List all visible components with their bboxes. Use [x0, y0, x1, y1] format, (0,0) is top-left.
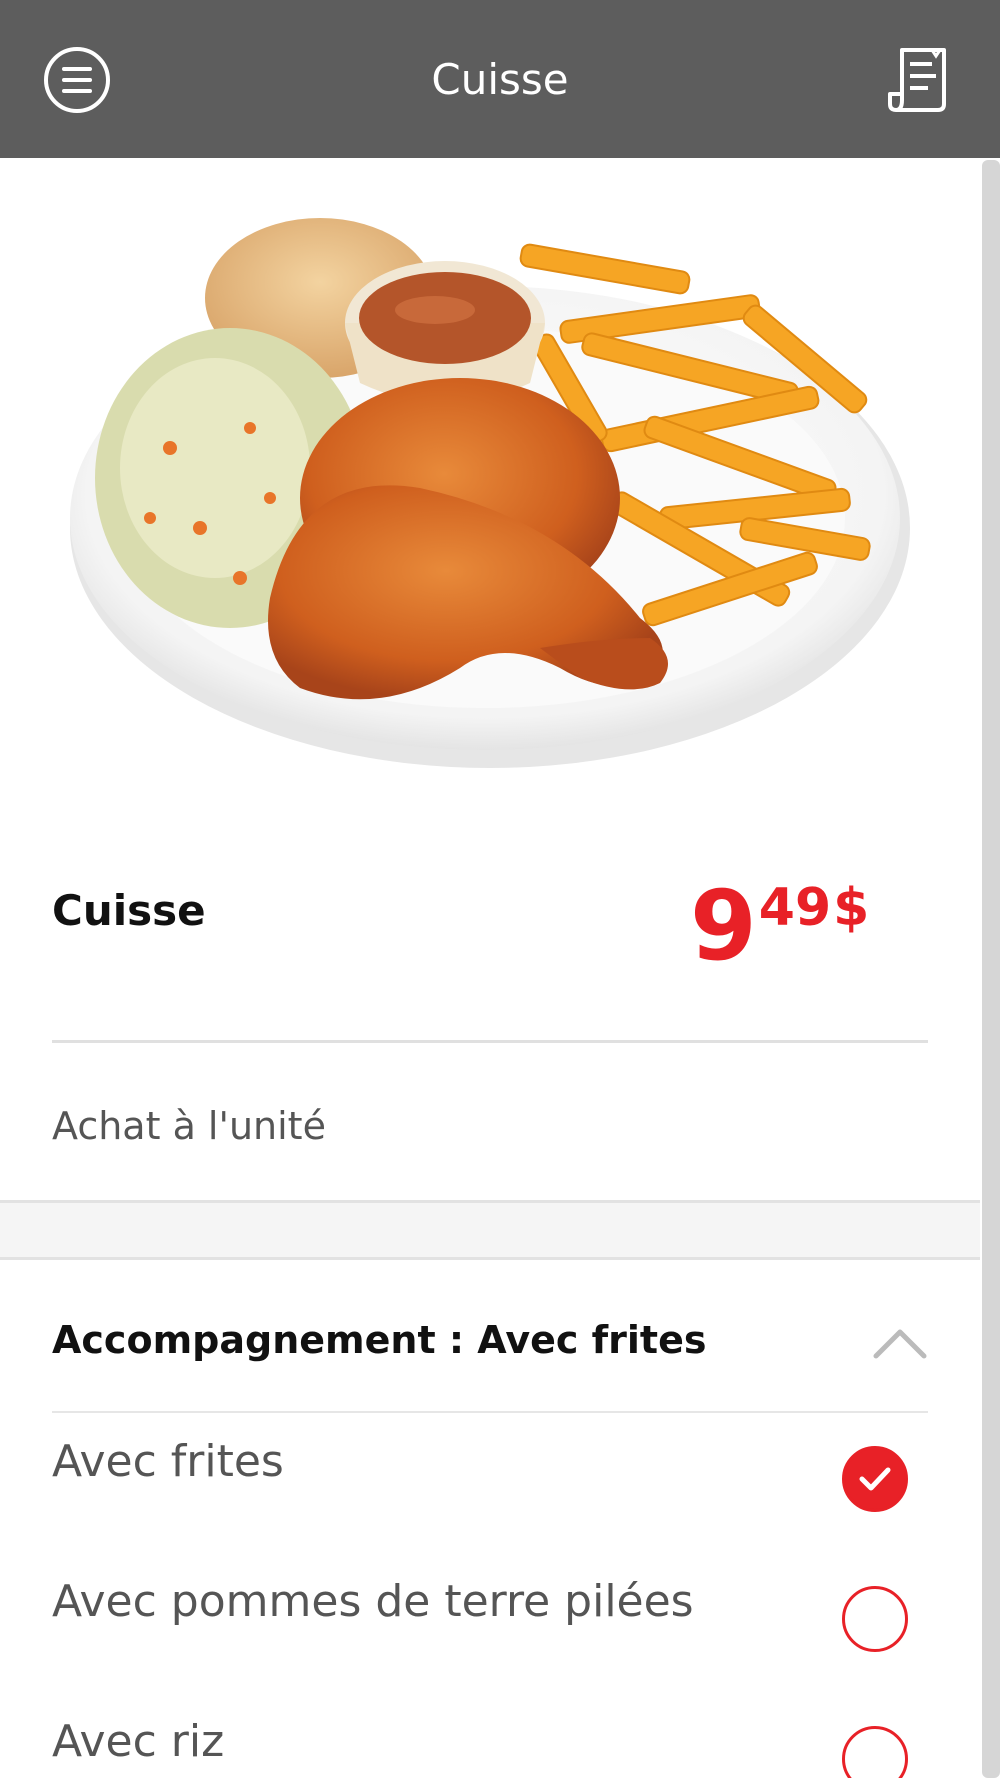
option-avec-frites[interactable]: Avec frites	[52, 1436, 932, 1516]
divider	[52, 1411, 928, 1413]
menu-icon-line	[62, 89, 92, 93]
product-price: 9 49 $	[690, 878, 869, 974]
option-label: Avec riz	[52, 1716, 225, 1767]
menu-icon-line	[62, 67, 92, 71]
option-avec-pommes-de-terre[interactable]: Avec pommes de terre pilées	[52, 1576, 932, 1656]
price-cents: 49	[758, 878, 832, 938]
chicken-leg-plate-image	[70, 218, 910, 768]
unit-purchase-label: Achat à l'unité	[52, 1104, 326, 1148]
radio-checked[interactable]	[842, 1446, 908, 1512]
menu-icon-line	[62, 78, 92, 82]
receipt-icon[interactable]	[888, 44, 954, 114]
scrollbar-thumb[interactable]	[982, 160, 1000, 1778]
option-label: Avec pommes de terre pilées	[52, 1576, 694, 1627]
page-title: Cuisse	[431, 54, 569, 104]
option-avec-riz[interactable]: Avec riz	[52, 1716, 932, 1778]
checkmark-icon	[859, 1467, 891, 1491]
top-bar: Cuisse	[0, 0, 1000, 158]
price-main: 9	[690, 870, 757, 982]
menu-button[interactable]	[44, 47, 110, 113]
option-label: Avec frites	[52, 1436, 284, 1487]
radio-unchecked[interactable]	[842, 1586, 908, 1652]
radio-unchecked[interactable]	[842, 1726, 908, 1778]
product-name: Cuisse	[52, 886, 206, 935]
chevron-up-icon[interactable]	[872, 1326, 928, 1360]
accompaniment-header[interactable]: Accompagnement : Avec frites	[52, 1318, 706, 1362]
price-currency: $	[833, 878, 870, 938]
section-separator	[0, 1200, 980, 1260]
divider	[52, 1040, 928, 1043]
